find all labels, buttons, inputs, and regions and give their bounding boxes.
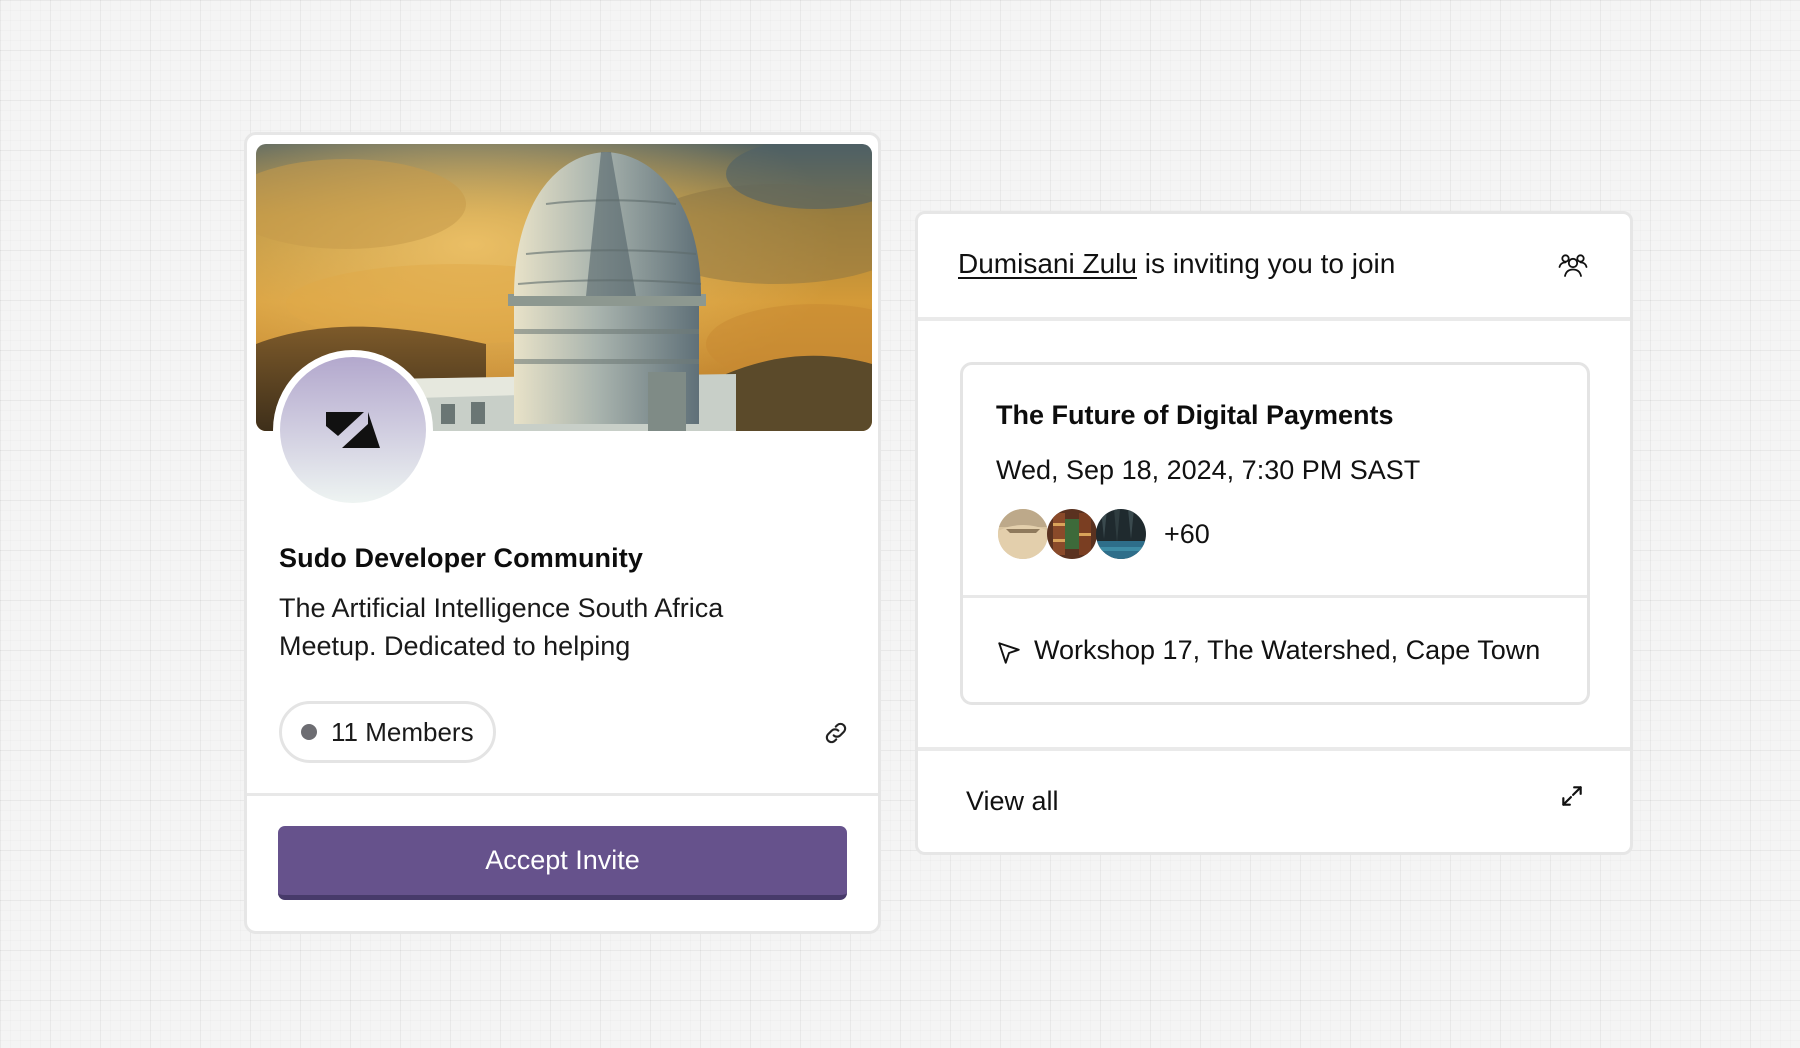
status-dot: [301, 724, 317, 740]
event-location[interactable]: Workshop 17, The Watershed, Cape Town: [996, 635, 1540, 666]
event-location-text: Workshop 17, The Watershed, Cape Town: [1034, 635, 1541, 665]
card-divider: [247, 793, 878, 796]
inviter-name-link[interactable]: Dumisani Zulu: [958, 248, 1137, 279]
invite-card: Dumisani Zulu is inviting you to join Th…: [915, 211, 1633, 855]
attendee-avatar: [1096, 509, 1146, 559]
expand-icon[interactable]: [1559, 783, 1585, 809]
people-group-icon: [1558, 254, 1588, 277]
attendee-avatar: [1047, 509, 1097, 559]
community-card: Sudo Developer Community The Artificial …: [244, 132, 881, 934]
attendee-avatars[interactable]: +60: [998, 509, 1210, 559]
event-title: The Future of Digital Payments: [996, 400, 1394, 430]
attendee-avatar: [998, 509, 1048, 559]
community-description: The Artificial Intelligence South Africa…: [279, 593, 724, 661]
community-avatar-ring: [273, 350, 433, 510]
invite-divider: [918, 747, 1630, 751]
event-card[interactable]: The Future of Digital Payments Wed, Sep …: [960, 362, 1590, 705]
members-count-label: 11 Members: [331, 716, 474, 747]
invite-message: Dumisani Zulu is inviting you to join: [958, 248, 1395, 280]
invite-message-text: is inviting you to join: [1144, 248, 1396, 279]
accept-invite-button[interactable]: Accept Invite: [278, 826, 847, 900]
event-datetime: Wed, Sep 18, 2024, 7:30 PM SAST: [996, 455, 1421, 485]
members-count-pill[interactable]: 11 Members: [279, 701, 496, 763]
invite-header: Dumisani Zulu is inviting you to join: [918, 214, 1630, 320]
navigation-arrow-icon: [998, 641, 1020, 664]
attendee-more-count: +60: [1164, 518, 1210, 549]
invite-divider: [918, 317, 1630, 321]
view-all-link[interactable]: View all: [966, 786, 1059, 817]
link-icon[interactable]: [822, 719, 850, 747]
event-divider: [963, 595, 1587, 598]
community-name: Sudo Developer Community: [279, 543, 643, 573]
community-logo-icon: [326, 412, 380, 448]
community-avatar: [280, 357, 426, 503]
